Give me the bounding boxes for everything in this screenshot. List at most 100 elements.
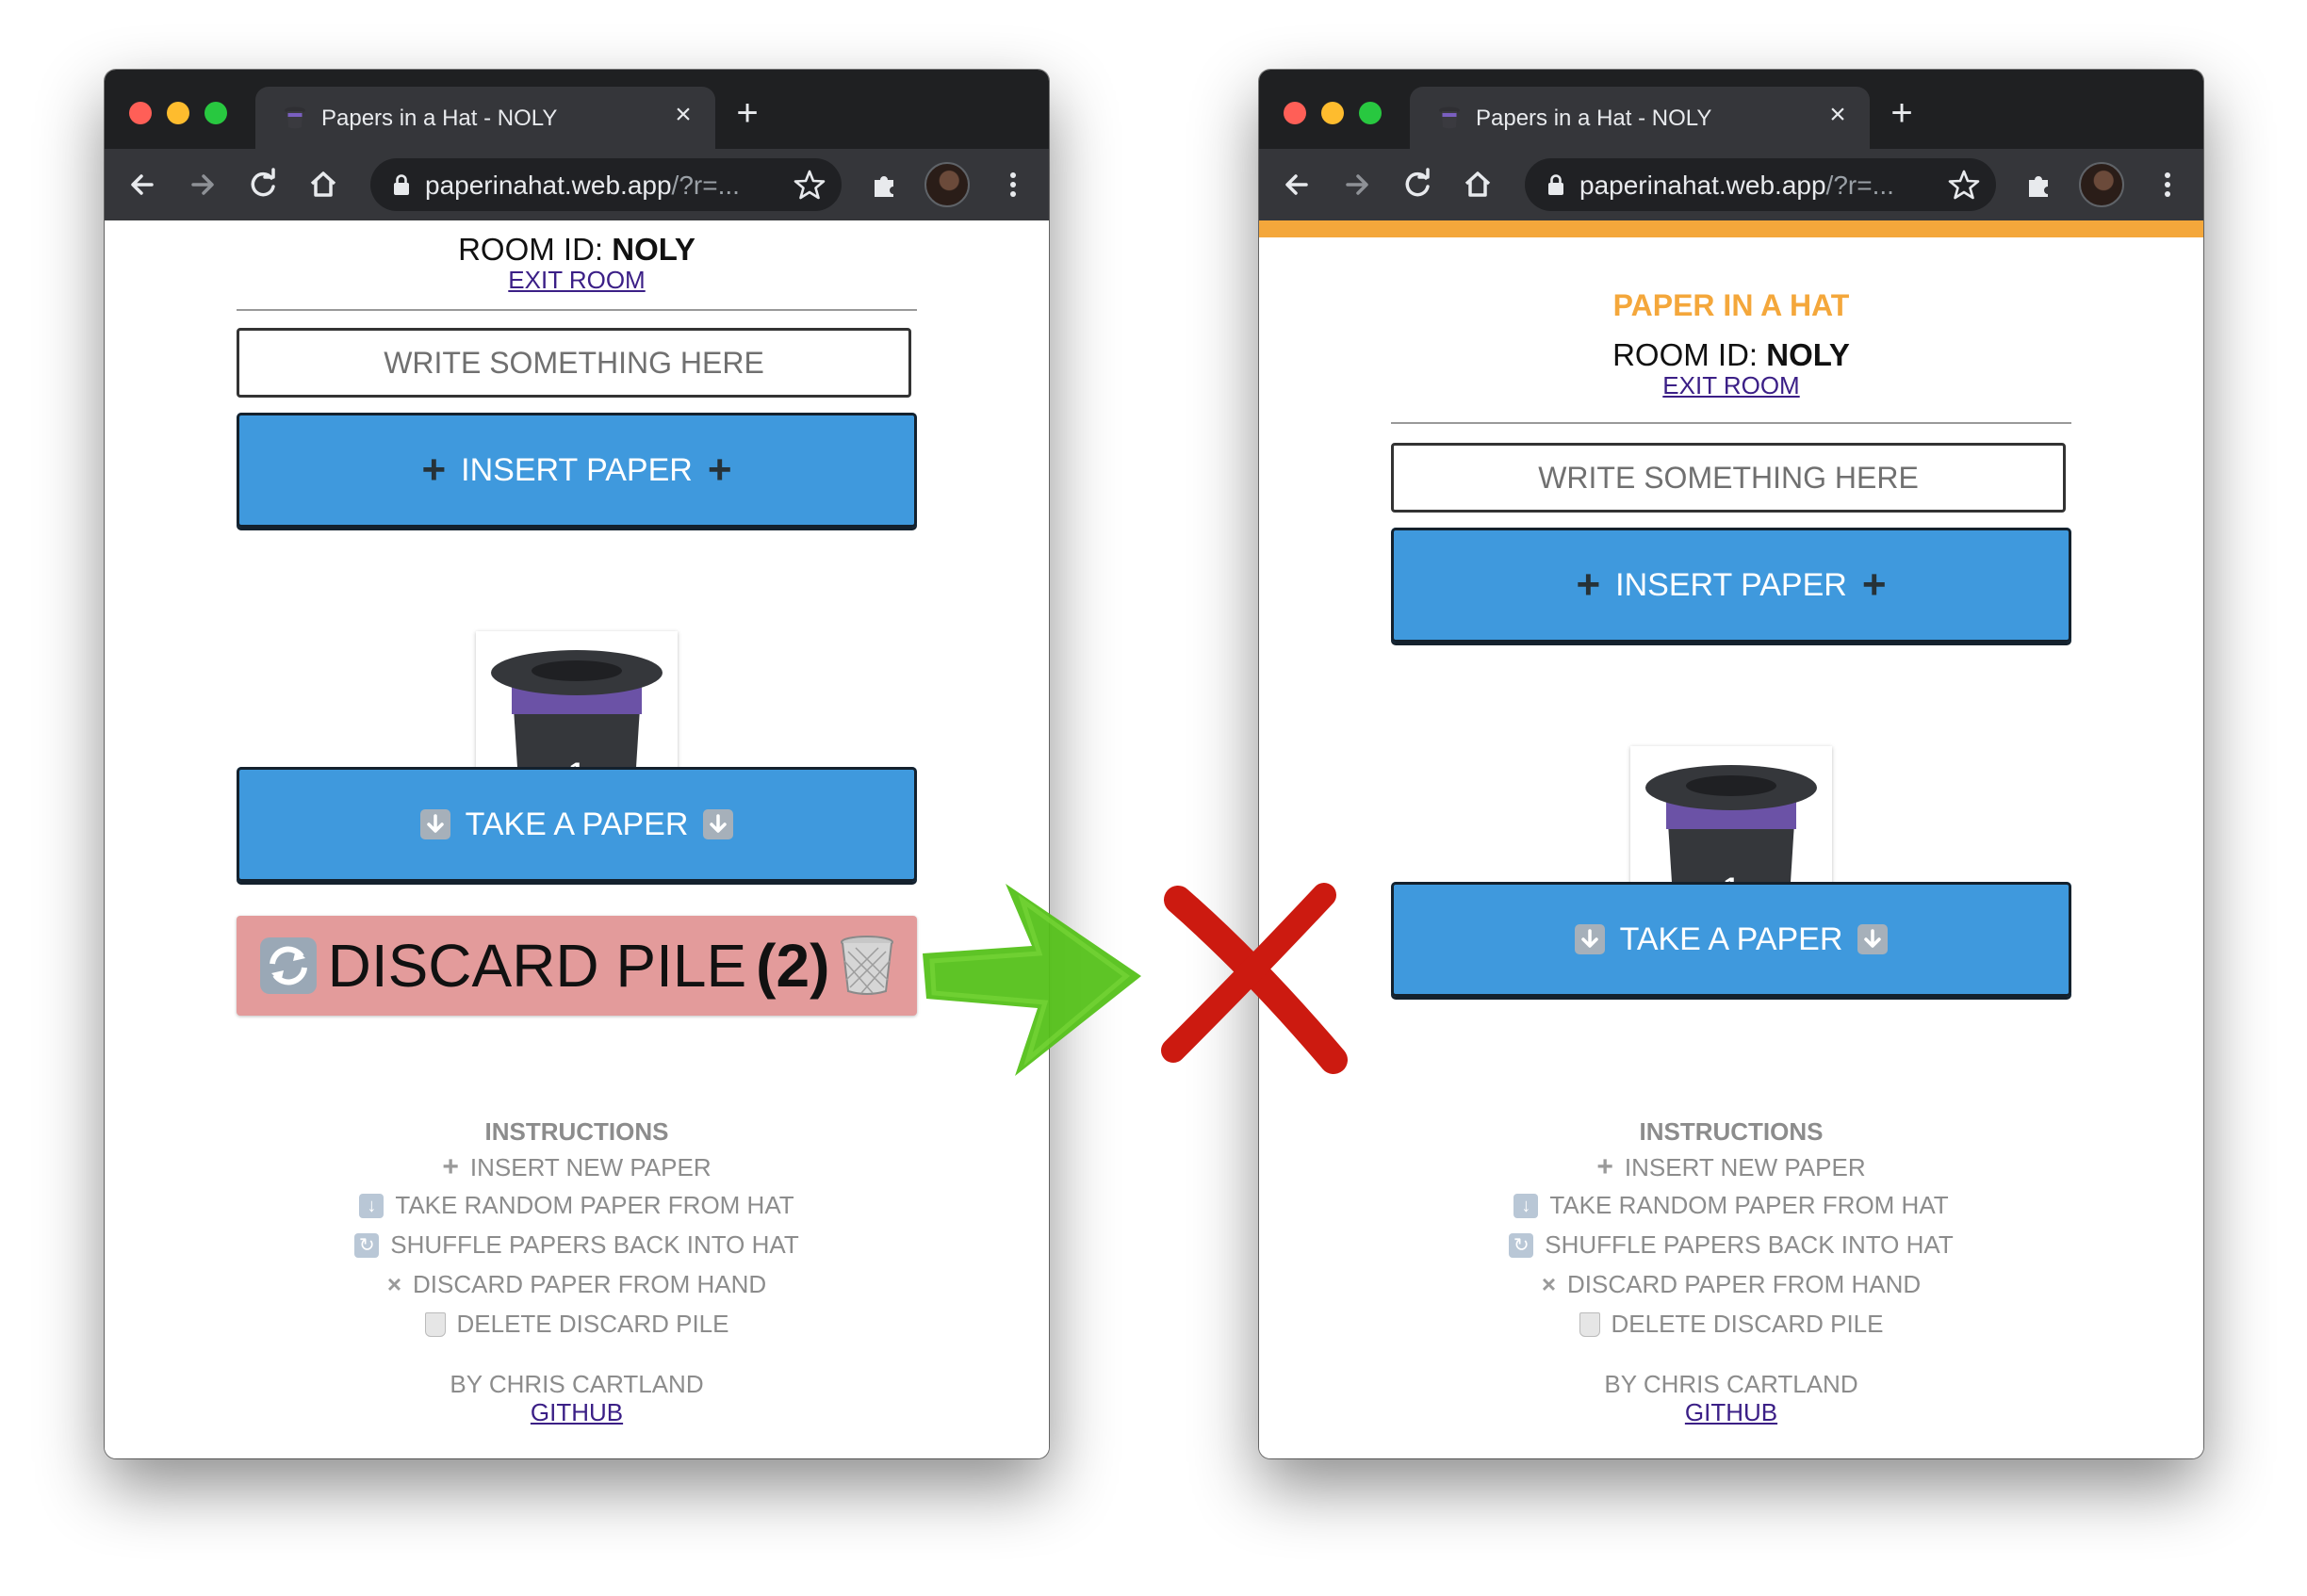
tab-close-icon[interactable]: × — [1823, 100, 1853, 130]
shuffle-icon — [259, 937, 317, 994]
discard-pile-count: (2) — [756, 932, 830, 1000]
lock-icon — [394, 174, 409, 195]
trash-icon — [424, 1311, 446, 1337]
plus-icon: + — [707, 447, 732, 493]
address-bar[interactable]: paperinahat.web.app/?r=... — [1525, 158, 1996, 211]
menu-icon[interactable] — [2149, 166, 2186, 204]
paper-text-input[interactable] — [1391, 443, 2066, 513]
url-text: paperinahat.web.app/?r=... — [1579, 171, 1894, 200]
tab-title: Papers in a Hat - NOLY — [321, 106, 558, 131]
plus-icon: + — [421, 447, 447, 493]
minimize-window-button[interactable] — [1321, 102, 1344, 124]
author-credit: BY CHRIS CARTLAND — [1604, 1370, 1858, 1398]
down-arrow-icon: ↓ — [1513, 1193, 1539, 1218]
red-cross-icon — [1161, 883, 1348, 1074]
insert-paper-button[interactable]: + INSERT PAPER + — [237, 413, 917, 528]
trash-icon — [841, 936, 894, 995]
instruction-item: ↓ TAKE RANDOM PAPER FROM HAT — [105, 1191, 1049, 1220]
discard-pile-button[interactable]: DISCARD PILE (2) — [237, 916, 917, 1016]
tab-strip: Papers in a Hat - NOLY × + — [105, 70, 1049, 149]
instruction-item: ↻ SHUFFLE PAPERS BACK INTO HAT — [1259, 1230, 2203, 1260]
forward-arrow-icon[interactable] — [1338, 166, 1376, 204]
instruction-item: × DISCARD PAPER FROM HAND — [1541, 1270, 1922, 1298]
exit-room-link[interactable]: EXIT ROOM — [1259, 371, 2203, 400]
down-arrow-icon — [1574, 924, 1605, 954]
instruction-item: + INSERT NEW PAPER — [442, 1151, 712, 1182]
comparison-stage: Papers in a Hat - NOLY × + paperinahat.w… — [0, 0, 2307, 1596]
down-arrow-icon — [1857, 924, 1889, 954]
x-icon: × — [386, 1270, 402, 1298]
hat-favicon-icon — [1439, 106, 1460, 129]
browser-window-after: Papers in a Hat - NOLY × + paperinahat.w… — [1259, 70, 2203, 1458]
author-credit: BY CHRIS CARTLAND — [450, 1370, 704, 1398]
github-link[interactable]: GITHUB — [1259, 1398, 2203, 1427]
shuffle-icon: ↻ — [354, 1232, 380, 1258]
star-icon[interactable] — [1947, 168, 1981, 202]
paper-text-input[interactable] — [237, 328, 911, 398]
reload-icon[interactable] — [1399, 166, 1436, 204]
reload-icon[interactable] — [244, 166, 282, 204]
take-paper-button[interactable]: TAKE A PAPER — [1391, 882, 2071, 997]
insert-paper-button[interactable]: + INSERT PAPER + — [1391, 528, 2071, 643]
address-bar[interactable]: paperinahat.web.app/?r=... — [370, 158, 842, 211]
x-icon: × — [1541, 1270, 1557, 1298]
browser-toolbar: paperinahat.web.app/?r=... — [105, 149, 1049, 220]
tab-close-icon[interactable]: × — [668, 100, 698, 130]
new-tab-button[interactable]: + — [1883, 94, 1921, 132]
close-window-button[interactable] — [129, 102, 152, 124]
home-icon[interactable] — [304, 166, 342, 204]
close-window-button[interactable] — [1284, 102, 1306, 124]
forward-arrow-icon[interactable] — [184, 166, 221, 204]
down-arrow-icon: ↓ — [359, 1193, 384, 1218]
instruction-item: ↓ TAKE RANDOM PAPER FROM HAT — [1259, 1191, 2203, 1220]
profile-avatar[interactable] — [924, 162, 970, 207]
new-tab-button[interactable]: + — [728, 94, 766, 132]
lock-icon — [1548, 174, 1563, 195]
instruction-item: DELETE DISCARD PILE — [105, 1310, 1049, 1339]
shuffle-icon: ↻ — [1509, 1232, 1534, 1258]
url-text: paperinahat.web.app/?r=... — [425, 171, 740, 200]
plus-icon: + — [1576, 562, 1601, 608]
take-paper-label: TAKE A PAPER — [465, 806, 689, 842]
browser-toolbar: paperinahat.web.app/?r=... — [1259, 149, 2203, 220]
browser-tab[interactable]: Papers in a Hat - NOLY × — [1410, 87, 1870, 149]
instruction-item: + INSERT NEW PAPER — [1596, 1151, 1866, 1182]
down-arrow-icon — [703, 809, 734, 839]
insert-paper-label: INSERT PAPER — [461, 451, 693, 488]
home-icon[interactable] — [1459, 166, 1497, 204]
star-icon[interactable] — [793, 168, 826, 202]
instructions-heading: INSTRUCTIONS — [484, 1117, 669, 1146]
exit-room-link[interactable]: EXIT ROOM — [105, 266, 1049, 295]
menu-icon[interactable] — [994, 166, 1032, 204]
plus-icon: + — [1596, 1151, 1613, 1182]
page-content: ROOM ID: NOLY EXIT ROOM + INSERT PAPER +… — [105, 220, 1049, 1458]
take-paper-label: TAKE A PAPER — [1619, 920, 1843, 957]
profile-avatar[interactable] — [2079, 162, 2124, 207]
instruction-item: DELETE DISCARD PILE — [1259, 1310, 2203, 1339]
plus-icon: + — [442, 1151, 459, 1182]
minimize-window-button[interactable] — [167, 102, 189, 124]
extensions-icon[interactable] — [2021, 166, 2058, 204]
room-id-line: ROOM ID: NOLY — [458, 232, 695, 267]
discard-pile-label: DISCARD PILE — [327, 932, 747, 1000]
github-link[interactable]: GITHUB — [105, 1398, 1049, 1427]
tab-strip: Papers in a Hat - NOLY × + — [1259, 70, 2203, 149]
zoom-window-button[interactable] — [1359, 102, 1382, 124]
hat-favicon-icon — [285, 106, 305, 129]
zoom-window-button[interactable] — [205, 102, 227, 124]
room-id-line: ROOM ID: NOLY — [1612, 337, 1850, 372]
instruction-item: × DISCARD PAPER FROM HAND — [386, 1270, 767, 1298]
extensions-icon[interactable] — [866, 166, 904, 204]
divider — [237, 309, 917, 311]
trash-icon — [1579, 1311, 1600, 1337]
page-content: PAPER IN A HAT ROOM ID: NOLY EXIT ROOM +… — [1259, 220, 2203, 1458]
browser-tab[interactable]: Papers in a Hat - NOLY × — [255, 87, 715, 149]
down-arrow-icon — [419, 809, 450, 839]
divider — [1391, 422, 2071, 424]
take-paper-button[interactable]: TAKE A PAPER — [237, 767, 917, 882]
browser-window-before: Papers in a Hat - NOLY × + paperinahat.w… — [105, 70, 1049, 1458]
back-arrow-icon[interactable] — [1278, 166, 1316, 204]
accent-bar — [1259, 220, 2203, 237]
back-arrow-icon[interactable] — [123, 166, 161, 204]
instruction-item: ↻ SHUFFLE PAPERS BACK INTO HAT — [105, 1230, 1049, 1260]
